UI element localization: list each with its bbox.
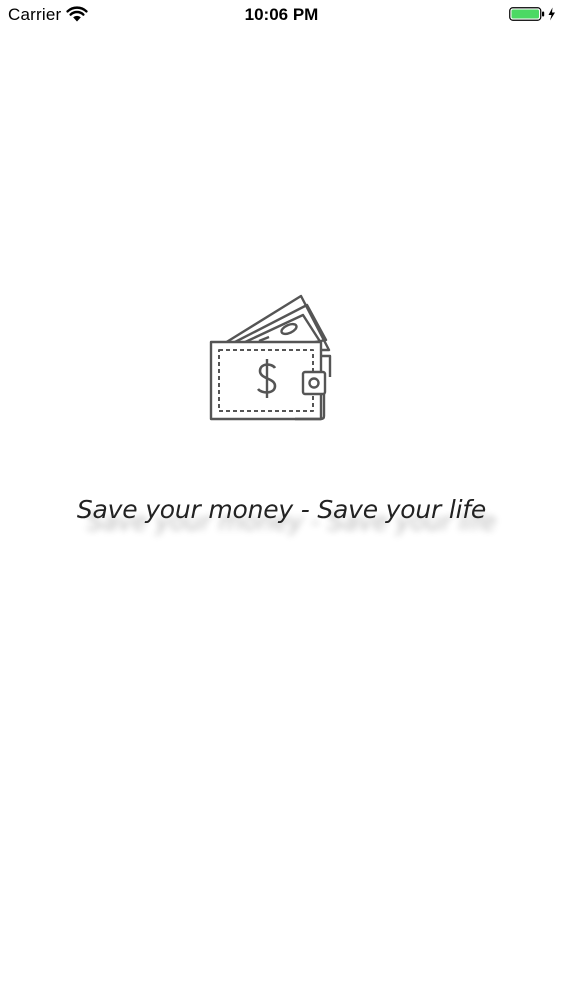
battery-charging-icon	[509, 7, 555, 21]
bill-line-shape	[258, 335, 270, 343]
status-time: 10:06 PM	[244, 5, 319, 24]
tagline-text: Save your money - Save your life	[76, 495, 487, 524]
wallet-clasp	[301, 370, 327, 396]
wallet-money-icon	[209, 294, 332, 421]
status-bar: Carrier 10:06 PM	[0, 0, 563, 30]
